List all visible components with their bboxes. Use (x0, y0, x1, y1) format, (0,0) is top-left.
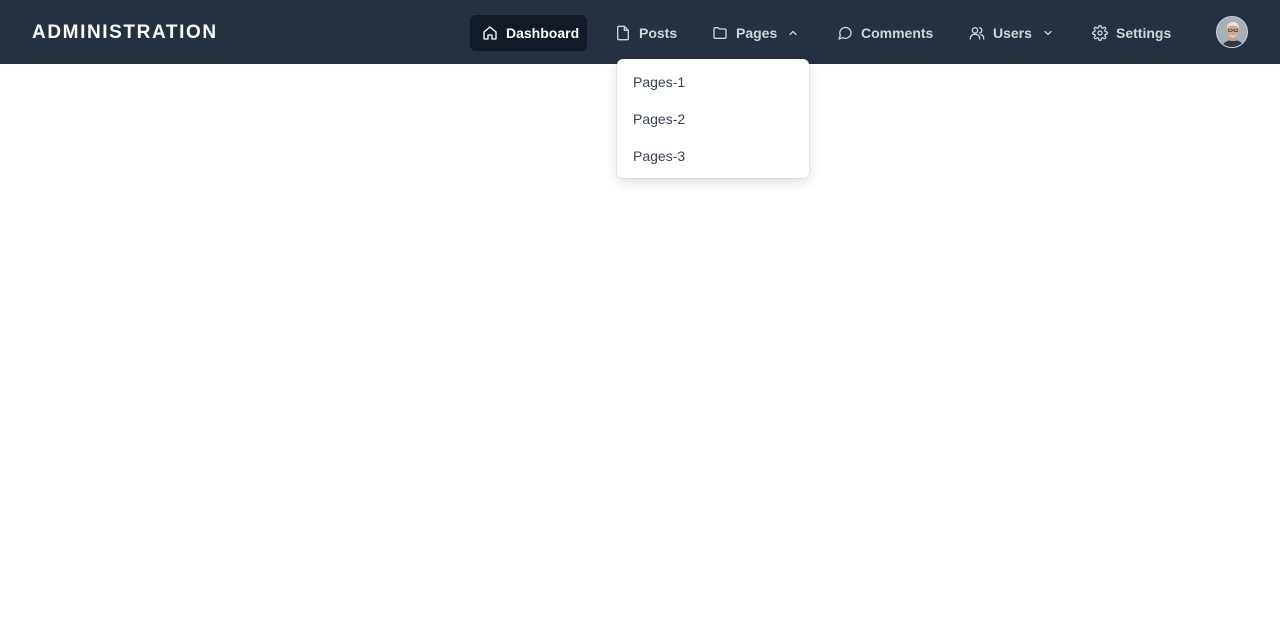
nav-dashboard[interactable]: Dashboard (470, 15, 587, 51)
chevron-down-icon (1044, 30, 1052, 36)
dropdown-item-pages-3[interactable]: Pages-3 (617, 138, 809, 175)
nav-dashboard-label: Dashboard (506, 25, 580, 41)
message-circle-icon (838, 26, 852, 40)
folder-icon (713, 27, 727, 39)
nav-users[interactable]: Users (957, 15, 1066, 51)
nav-pages-label: Pages (736, 25, 778, 41)
nav-comments[interactable]: Comments (825, 15, 945, 51)
user-avatar[interactable] (1216, 16, 1248, 48)
brand-title: ADMINISTRATION (32, 22, 218, 43)
nav-posts-label: Posts (639, 25, 678, 41)
nav-pages[interactable]: Pages (700, 15, 811, 51)
avatar-photo-icon (1217, 17, 1247, 47)
file-icon (617, 25, 629, 41)
nav-comments-label: Comments (861, 25, 934, 41)
pages-dropdown-menu: Pages-1 Pages-2 Pages-3 (617, 59, 809, 178)
home-icon (483, 26, 497, 40)
dropdown-item-pages-2[interactable]: Pages-2 (617, 101, 809, 138)
top-navbar: ADMINISTRATION Dashboard Posts Pages Com… (0, 0, 1280, 64)
gear-icon (1092, 25, 1108, 41)
nav-settings-label: Settings (1116, 25, 1172, 41)
chevron-up-icon (789, 30, 797, 36)
nav-posts[interactable]: Posts (603, 15, 689, 51)
nav-settings[interactable]: Settings (1080, 15, 1183, 51)
nav-users-label: Users (993, 25, 1032, 41)
users-icon (969, 27, 985, 40)
dropdown-item-pages-1[interactable]: Pages-1 (617, 64, 809, 101)
